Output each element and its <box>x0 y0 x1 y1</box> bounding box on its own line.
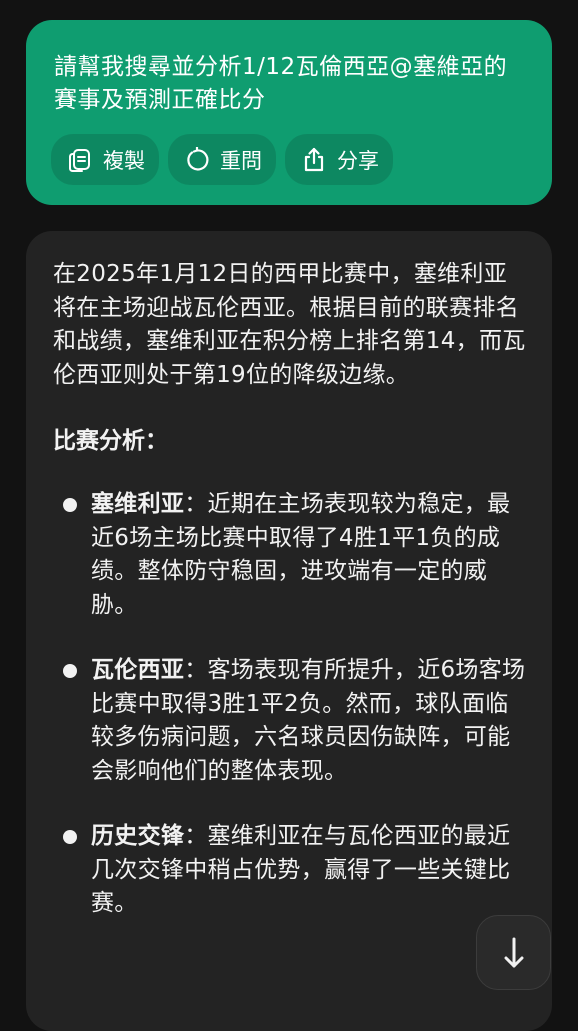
copy-button[interactable]: 複製 <box>51 134 159 185</box>
list-item: 历史交锋：塞维利亚在与瓦伦西亚的最近几次交锋中稍占优势，赢得了一些关键比赛。 <box>53 820 526 921</box>
user-message-text: 請幫我搜尋並分析1/12瓦倫西亞@塞維亞的賽事及預測正確比分 <box>54 54 508 113</box>
analysis-list: 塞维利亚：近期在主场表现较为稳定，最近6场主场比赛中取得了4胜1平1负的成绩。整… <box>53 488 526 921</box>
bullet-dot <box>63 664 77 678</box>
bullet-dot <box>63 830 77 844</box>
arrow-down-icon <box>504 937 523 967</box>
regenerate-button[interactable]: 重問 <box>168 134 276 185</box>
answer-intro: 在2025年1月12日的西甲比赛中，塞维利亚将在主场迎战瓦伦西亚。根据目前的联赛… <box>53 261 526 388</box>
list-item: 瓦伦西亚：客场表现有所提升，近6场客场比赛中取得3胜1平2负。然而，球队面临较多… <box>53 654 526 788</box>
share-label: 分享 <box>337 148 379 173</box>
list-item: 塞维利亚：近期在主场表现较为稳定，最近6场主场比赛中取得了4胜1平1负的成绩。整… <box>53 488 526 622</box>
message-actions: 複製 重問 分享 <box>51 134 393 185</box>
copy-icon <box>69 148 90 172</box>
regenerate-label: 重問 <box>220 148 262 173</box>
bullet-title: 瓦伦西亚 <box>91 657 185 683</box>
share-button[interactable]: 分享 <box>285 134 393 185</box>
scroll-to-bottom-button[interactable] <box>476 915 551 990</box>
section-heading: 比赛分析： <box>53 428 168 454</box>
share-icon <box>304 147 324 171</box>
user-message-bubble: 請幫我搜尋並分析1/12瓦倫西亞@塞維亞的賽事及預測正確比分 複製 重問 分享 <box>26 20 552 205</box>
copy-label: 複製 <box>103 148 145 173</box>
assistant-answer-card: 在2025年1月12日的西甲比赛中，塞维利亚将在主场迎战瓦伦西亚。根据目前的联赛… <box>26 231 552 1031</box>
bullet-dot <box>63 498 77 512</box>
bullet-title: 历史交锋 <box>91 823 185 849</box>
refresh-icon <box>187 146 209 170</box>
bullet-title: 塞维利亚 <box>91 491 185 517</box>
